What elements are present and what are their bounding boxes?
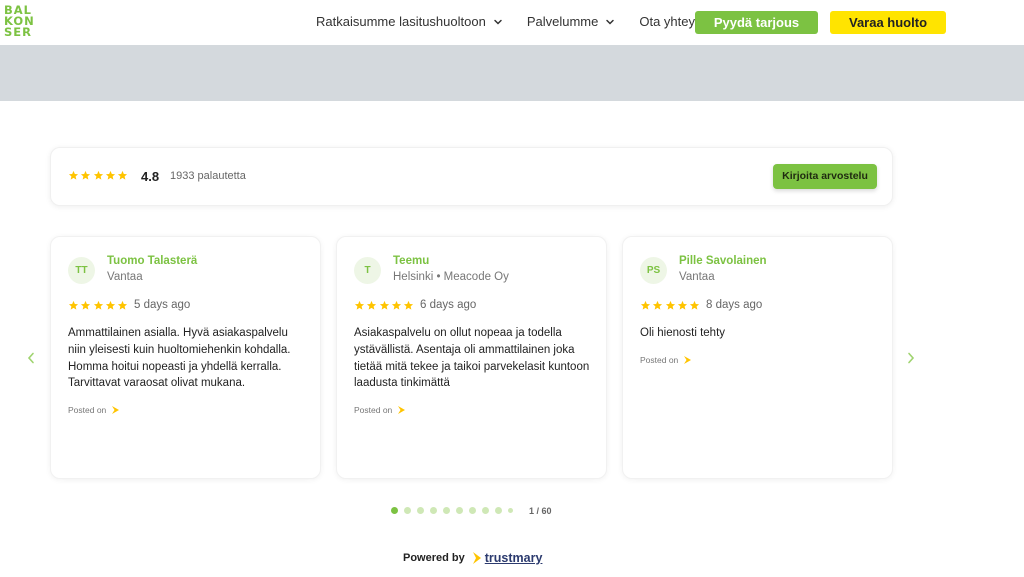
trustmary-bird-icon [112, 406, 120, 414]
star-icon [640, 300, 651, 311]
hero-band [0, 45, 1024, 101]
posted-on-label: Posted on [354, 405, 393, 415]
star-icon [677, 300, 688, 311]
carousel-pager: 1 / 60 [529, 506, 552, 516]
trustmary-bird-icon [684, 356, 692, 364]
review-text: Asiakaspalvelu on ollut nopeaa ja todell… [354, 327, 590, 390]
write-review-button[interactable]: Kirjoita arvostelu [773, 164, 877, 189]
reviewer-location: Helsinki • Meacode Oy [393, 271, 509, 283]
powered-by: Powered by trustmary [403, 551, 542, 565]
chevron-down-icon [606, 19, 615, 25]
star-icon [68, 170, 79, 181]
review-stars [354, 300, 415, 311]
review-date: 8 days ago [706, 299, 763, 311]
star-icon [93, 170, 104, 181]
star-icon [117, 170, 128, 181]
carousel-dot[interactable] [456, 507, 463, 514]
review-date: 5 days ago [134, 299, 191, 311]
powered-by-label: Powered by [403, 552, 465, 564]
review-stars [640, 300, 701, 311]
nav-item-services[interactable]: Palvelumme [527, 14, 616, 29]
carousel-dot[interactable] [482, 507, 489, 514]
carousel-dot[interactable] [391, 507, 398, 514]
posted-on-label: Posted on [640, 355, 679, 365]
star-icon [391, 300, 402, 311]
reviewer-location: Vantaa [107, 271, 143, 283]
main-nav: Ratkaisumme lasitushuoltoon Palvelumme O… [316, 14, 709, 29]
nav-item-label: Ratkaisumme lasitushuoltoon [316, 14, 486, 29]
star-icon [652, 300, 663, 311]
posted-on-label: Posted on [68, 405, 107, 415]
trustmary-bird-icon [472, 552, 481, 564]
request-quote-button[interactable]: Pyydä tarjous [695, 11, 818, 34]
logo-line-3: SER [4, 25, 32, 39]
chevron-left-icon[interactable] [27, 352, 35, 364]
carousel-dot[interactable] [430, 507, 437, 514]
star-icon [68, 300, 79, 311]
review-date: 6 days ago [420, 299, 477, 311]
avatar: PS [640, 257, 667, 284]
reviewer-name[interactable]: Teemu [393, 255, 429, 267]
rating-summary: 4.8 1933 palautetta Kirjoita arvostelu [50, 147, 893, 206]
site-header: BAL KON SER Ratkaisumme lasitushuoltoon … [0, 0, 1024, 45]
reviewer-name[interactable]: Pille Savolainen [679, 255, 767, 267]
avatar: T [354, 257, 381, 284]
review-count: 1933 palautetta [170, 170, 246, 182]
nav-item-solutions[interactable]: Ratkaisumme lasitushuoltoon [316, 14, 503, 29]
carousel-dots [391, 507, 519, 514]
star-icon [354, 300, 365, 311]
star-icon [93, 300, 104, 311]
star-icon [117, 300, 128, 311]
review-text: Ammattilainen asialla. Hyvä asiakaspalve… [68, 327, 291, 390]
carousel-dot[interactable] [404, 507, 411, 514]
star-icon [105, 170, 116, 181]
carousel-dot[interactable] [417, 507, 424, 514]
book-service-button[interactable]: Varaa huolto [830, 11, 946, 34]
reviewer-location: Vantaa [679, 271, 715, 283]
star-icon [689, 300, 700, 311]
chevron-down-icon [494, 19, 502, 25]
review-stars [68, 300, 129, 311]
average-rating: 4.8 [141, 169, 160, 184]
posted-on: Posted on [640, 355, 692, 365]
review-card: TT Tuomo Talasterä Vantaa 5 days ago Amm… [50, 236, 321, 479]
review-text: Oli hienosti tehty [640, 327, 726, 339]
chevron-right-icon[interactable] [907, 352, 915, 364]
balkonser-logo[interactable]: BAL KON SER [4, 4, 38, 39]
avatar: TT [68, 257, 95, 284]
carousel-dot[interactable] [508, 508, 513, 513]
carousel-dot[interactable] [469, 507, 476, 514]
carousel-dot[interactable] [495, 507, 502, 514]
star-icon [366, 300, 377, 311]
carousel-dot[interactable] [443, 507, 450, 514]
review-card: PS Pille Savolainen Vantaa 8 days ago Ol… [622, 236, 893, 479]
review-card: T Teemu Helsinki • Meacode Oy 6 days ago… [336, 236, 607, 479]
nav-item-label: Palvelumme [526, 14, 599, 29]
trustmary-link[interactable]: trustmary [485, 551, 543, 565]
posted-on: Posted on [68, 405, 120, 415]
posted-on: Posted on [354, 405, 406, 415]
star-icon [379, 300, 390, 311]
star-icon [80, 300, 91, 311]
star-icon [105, 300, 116, 311]
reviewer-name[interactable]: Tuomo Talasterä [107, 255, 197, 267]
trustmary-bird-icon [398, 406, 406, 414]
summary-stars [68, 170, 129, 181]
star-icon [403, 300, 414, 311]
star-icon [80, 170, 91, 181]
star-icon [665, 300, 676, 311]
